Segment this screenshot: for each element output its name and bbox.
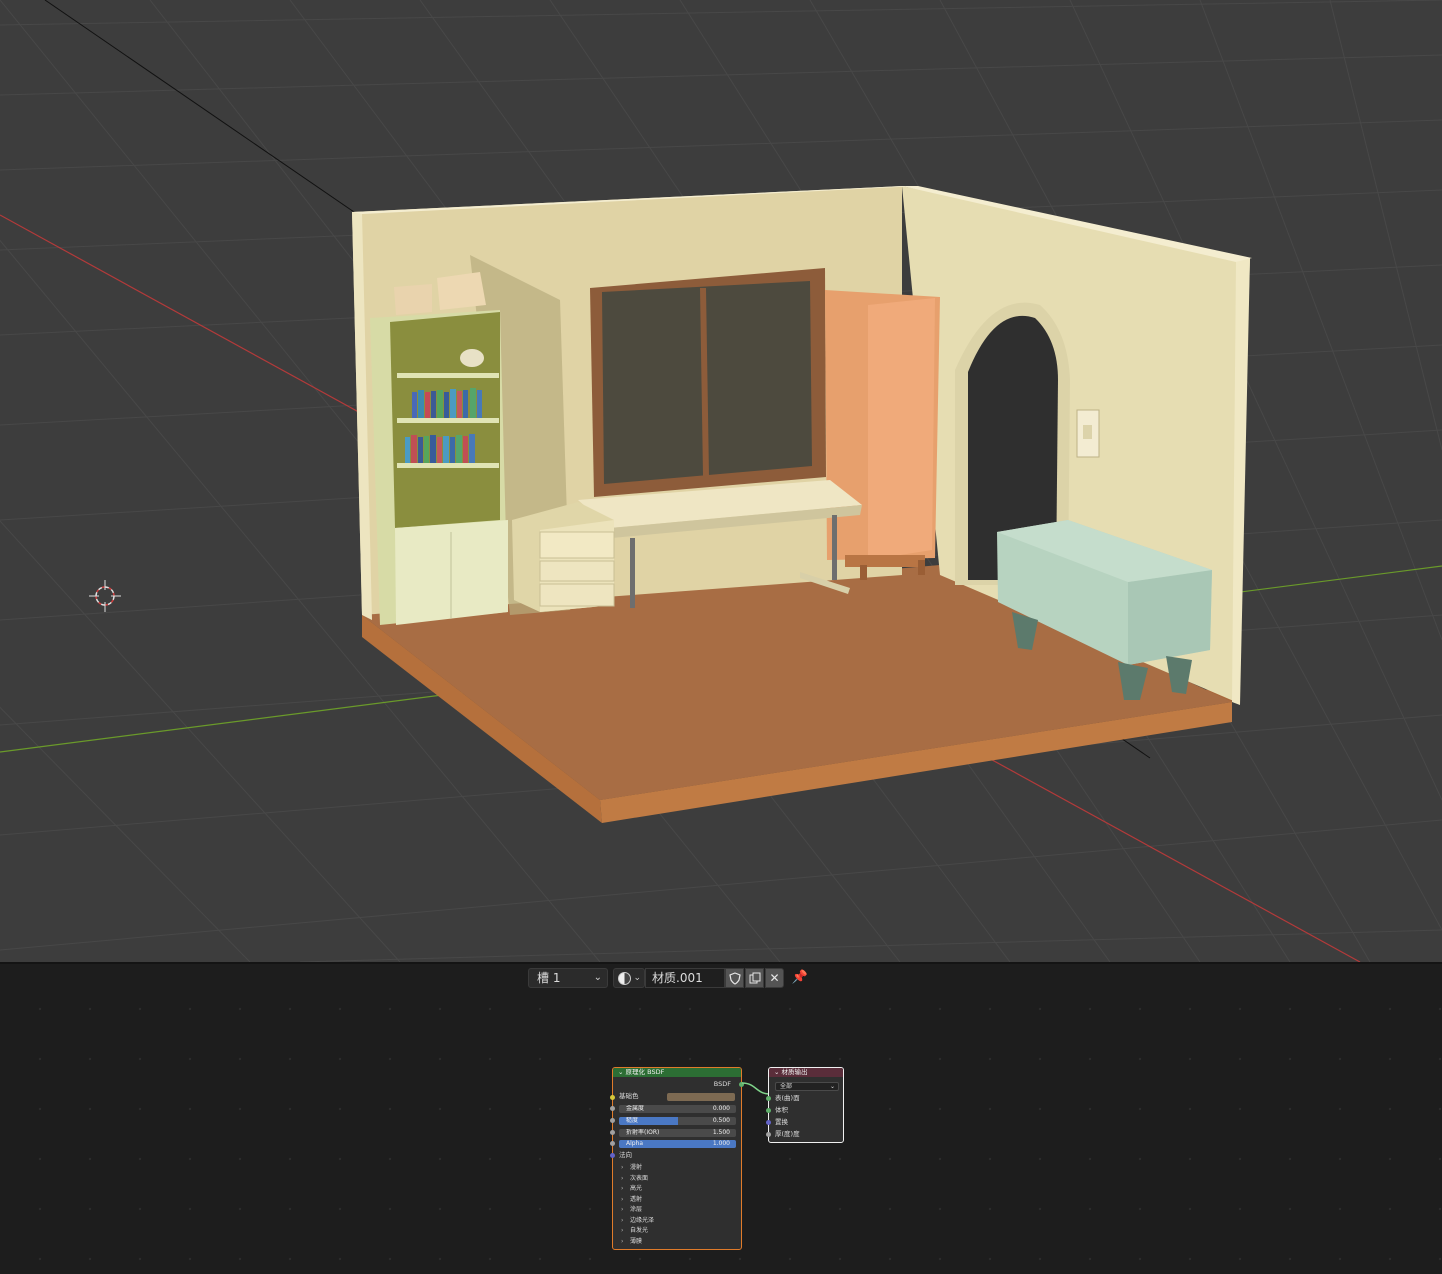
duplicate-material-button[interactable] <box>745 968 764 988</box>
room-model[interactable] <box>352 186 1252 823</box>
3d-viewport[interactable] <box>0 0 1442 962</box>
chevron-right-icon: › <box>621 1174 624 1182</box>
chevron-down-icon: ⌄ <box>593 972 602 983</box>
panel-emission[interactable]: › 自发光 <box>621 1226 648 1237</box>
chevron-down-icon: ⌄ <box>829 1083 835 1090</box>
panel-transmission[interactable]: › 透射 <box>621 1195 642 1206</box>
ior-field[interactable]: 折射率(IOR) 1.500 <box>619 1129 736 1137</box>
base-color-socket[interactable] <box>610 1095 615 1100</box>
panel-coat[interactable]: › 涂层 <box>621 1205 642 1216</box>
volume-socket[interactable] <box>766 1108 771 1113</box>
chevron-right-icon: › <box>621 1216 624 1224</box>
collapse-chevron-icon[interactable]: ⌄ <box>618 1068 623 1076</box>
panel-label: 薄膜 <box>630 1237 643 1245</box>
roughness-label: 糙度 <box>626 1117 639 1124</box>
viewport-scene <box>0 0 1442 962</box>
surface-label: 表(曲)面 <box>775 1094 800 1102</box>
output-target-dropdown[interactable]: 全部 ⌄ <box>775 1082 839 1091</box>
metallic-label: 金属度 <box>626 1105 645 1112</box>
panel-label: 透射 <box>630 1195 643 1203</box>
bsdf-node-header[interactable]: ⌄ 原理化 BSDF <box>613 1068 741 1077</box>
material-output-node[interactable]: ⌄ 材质输出 全部 ⌄ 表(曲)面 体积 置换 厚(度)度 <box>766 1067 844 1143</box>
base-color-label: 基础色 <box>619 1092 639 1100</box>
material-slot-dropdown[interactable]: 槽 1 ⌄ <box>528 968 608 988</box>
thickness-socket[interactable] <box>766 1132 771 1137</box>
panel-label: 边缘光泽 <box>630 1216 655 1224</box>
material-browse-button[interactable]: ⌄ <box>613 968 645 988</box>
normal-socket[interactable] <box>610 1153 615 1158</box>
collapse-chevron-icon[interactable]: ⌄ <box>774 1068 779 1076</box>
surface-socket[interactable] <box>766 1096 771 1101</box>
normal-label: 法向 <box>619 1151 632 1159</box>
alpha-field[interactable]: Alpha 1.000 <box>619 1140 736 1148</box>
3d-cursor-icon[interactable] <box>89 580 121 612</box>
metallic-socket[interactable] <box>610 1106 615 1111</box>
displacement-label: 置换 <box>775 1118 788 1126</box>
material-name-field[interactable]: 材质.001 <box>645 968 725 988</box>
bsdf-node-title: 原理化 BSDF <box>625 1068 665 1076</box>
panel-label: 高光 <box>630 1185 643 1192</box>
panel-label: 自发光 <box>630 1227 649 1234</box>
roughness-field[interactable]: 糙度 0.500 <box>619 1117 736 1125</box>
bsdf-output-label: BSDF <box>713 1080 731 1088</box>
thickness-label: 厚(度)度 <box>775 1130 800 1138</box>
panel-label: 漫射 <box>630 1164 643 1171</box>
displacement-socket[interactable] <box>766 1120 771 1125</box>
roughness-value: 0.500 <box>712 1117 730 1124</box>
pin-button[interactable]: 📌 <box>791 969 809 987</box>
panel-subsurface[interactable]: › 次表面 <box>621 1174 648 1185</box>
panel-sheen[interactable]: › 边缘光泽 <box>621 1216 654 1227</box>
ior-label: 折射率(IOR) <box>626 1129 660 1136</box>
shader-node-editor[interactable]: 槽 1 ⌄ ⌄ 材质.001 ✕ 📌 ⌄ 原理化 BSDF BSDF 基础色 金… <box>0 964 1442 1274</box>
ior-value: 1.500 <box>712 1129 730 1136</box>
pin-icon: 📌 <box>791 970 809 985</box>
panel-specular[interactable]: › 高光 <box>621 1184 642 1195</box>
chevron-right-icon: › <box>621 1185 624 1192</box>
panel-label: 涂层 <box>630 1206 643 1213</box>
principled-bsdf-node[interactable]: ⌄ 原理化 BSDF BSDF 基础色 金属度 0.000 糙度 0.500 折… <box>610 1067 744 1250</box>
output-node-title: 材质输出 <box>781 1068 808 1076</box>
fake-user-button[interactable] <box>725 968 744 988</box>
chevron-right-icon: › <box>621 1237 624 1245</box>
unlink-material-button[interactable]: ✕ <box>765 968 784 988</box>
chevron-right-icon: › <box>621 1206 624 1213</box>
output-node-header[interactable]: ⌄ 材质输出 <box>769 1068 843 1077</box>
chevron-right-icon: › <box>621 1227 624 1234</box>
alpha-label: Alpha <box>626 1140 644 1147</box>
alpha-socket[interactable] <box>610 1141 615 1146</box>
roughness-socket[interactable] <box>610 1118 615 1123</box>
chevron-right-icon: › <box>621 1164 624 1171</box>
panel-diffuse[interactable]: › 漫射 <box>621 1163 642 1174</box>
metallic-field[interactable]: 金属度 0.000 <box>619 1105 736 1113</box>
alpha-value: 1.000 <box>712 1140 730 1147</box>
fake-user-shield-icon <box>728 972 741 985</box>
volume-label: 体积 <box>775 1106 788 1114</box>
ior-socket[interactable] <box>610 1130 615 1135</box>
chevron-down-icon: ⌄ <box>633 973 641 983</box>
metallic-value: 0.000 <box>712 1105 730 1112</box>
panel-label: 次表面 <box>630 1174 649 1182</box>
chevron-right-icon: › <box>621 1195 624 1203</box>
material-sphere-icon <box>618 972 631 985</box>
output-target-value: 全部 <box>780 1083 793 1090</box>
close-icon: ✕ <box>769 971 780 985</box>
panel-thin-film[interactable]: › 薄膜 <box>621 1237 642 1248</box>
base-color-swatch[interactable] <box>667 1093 735 1101</box>
duplicate-icon <box>749 972 760 984</box>
material-slot-label: 槽 1 <box>537 971 561 985</box>
